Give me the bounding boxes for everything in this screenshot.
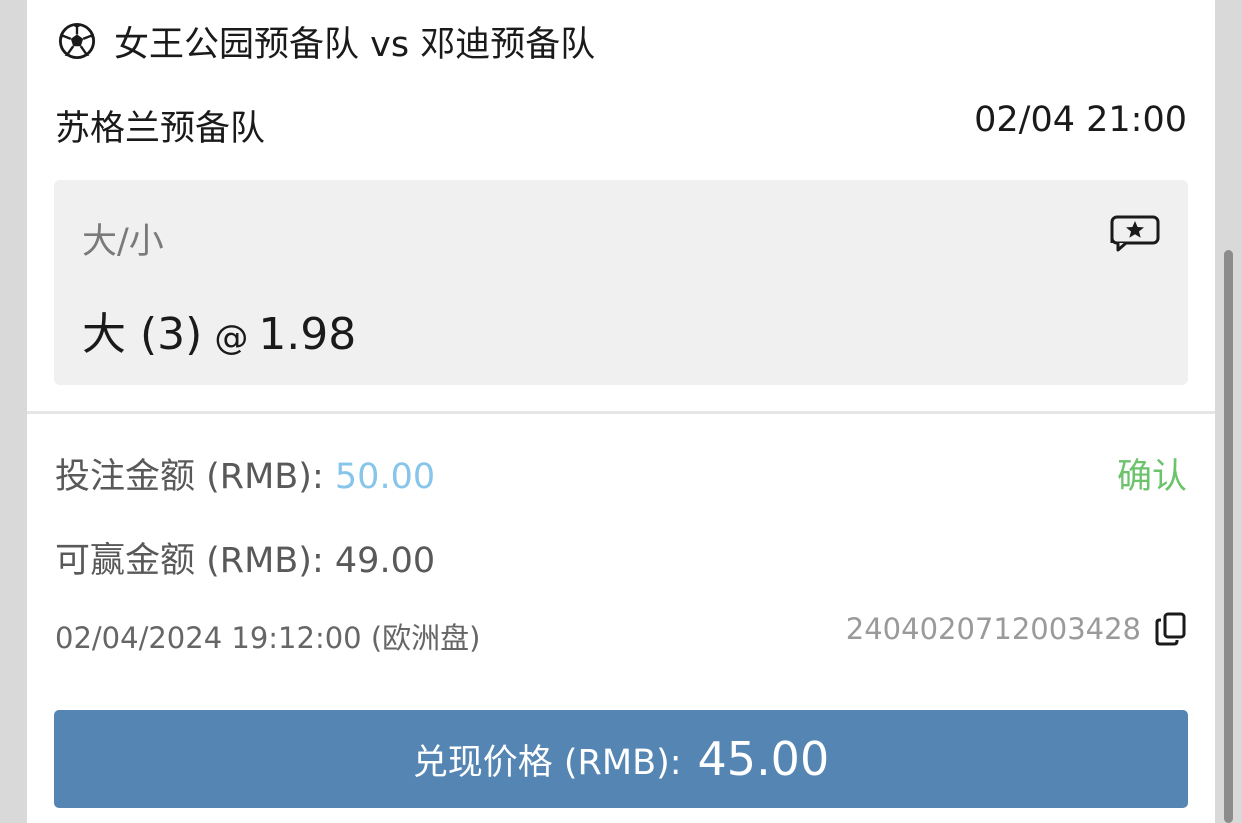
kickoff-time: 02/04 21:00	[974, 100, 1187, 140]
match-header: 女王公园预备队 vs 邓迪预备队	[58, 18, 596, 65]
league-name: 苏格兰预备队	[55, 109, 266, 149]
selection-odds: 1.98	[258, 309, 357, 360]
ticket-id: 2404020712003428	[845, 612, 1141, 646]
selection-line: 大 (3) @ 1.98	[82, 298, 356, 362]
potential-win-row: 可赢金额 (RMB): 49.00	[55, 532, 435, 583]
confirm-button[interactable]: 确认	[1117, 448, 1187, 499]
potential-win-value: 49.00	[334, 541, 436, 581]
stake-value[interactable]: 50.00	[335, 457, 435, 497]
screen: 女王公园预备队 vs 邓迪预备队 苏格兰预备队 02/04 21:00 大/小 …	[0, 0, 1242, 823]
soccer-ball-icon	[58, 22, 96, 60]
stake-row: 投注金额 (RMB): 50.00	[55, 448, 435, 499]
cashout-button[interactable]: 兑现价格 (RMB): 45.00	[54, 710, 1188, 808]
scrollbar-thumb[interactable]	[1224, 250, 1233, 823]
ticket-id-row: 2404020712003428	[846, 612, 1187, 646]
chat-star-icon[interactable]	[1110, 213, 1162, 253]
bet-selection-box: 大/小 大 (3) @ 1.98	[54, 180, 1188, 385]
cashout-value: 45.00	[697, 732, 830, 786]
copy-icon[interactable]	[1155, 612, 1187, 646]
potential-win-label: 可赢金额 (RMB):	[55, 541, 324, 581]
at-symbol: @	[214, 318, 249, 358]
selection-pick: 大 (3)	[82, 309, 203, 360]
match-title: 女王公园预备队 vs 邓迪预备队	[114, 24, 596, 65]
stake-label: 投注金额 (RMB):	[55, 457, 324, 497]
placed-time: 02/04/2024 19:12:00 (欧洲盘)	[55, 621, 481, 655]
market-type: 大/小	[82, 222, 164, 262]
section-divider	[27, 411, 1215, 414]
cashout-label: 兑现价格 (RMB):	[412, 742, 682, 783]
